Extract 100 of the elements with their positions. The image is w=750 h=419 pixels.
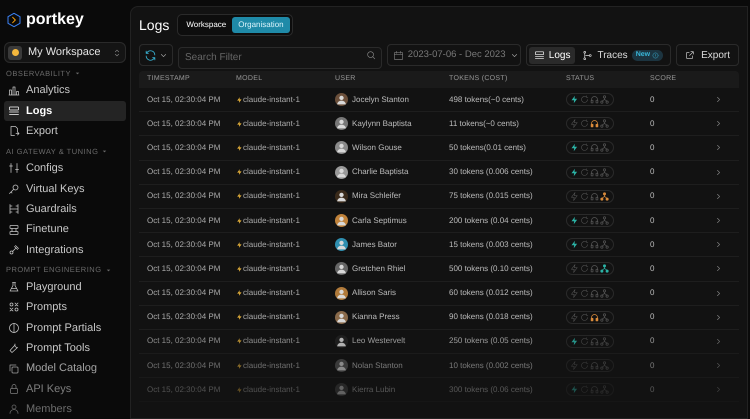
score-cell-text: 0 [650,262,656,275]
model-name: claude-instant-1 [243,262,300,275]
avatar-icon [335,190,348,203]
sidebar-item[interactable]: Virtual Keys [4,179,126,199]
avatar-icon [335,117,348,130]
chevron-right-icon [714,336,723,346]
bolt-icon [236,192,243,200]
scope-tab[interactable]: Organisation [232,17,290,33]
workspace-selector[interactable]: My Workspace [4,42,126,64]
tokens-cell-text: 15 tokens (0.003 cents) [449,238,534,251]
sliders-icon [8,162,20,174]
sidebar-item[interactable]: Integrations [4,240,126,260]
sidebar-item[interactable]: Prompt Tools [4,338,126,358]
user-name: Kaylynn Baptista [352,118,412,130]
bolt-icon [236,362,243,370]
sidebar-item[interactable]: Model Catalog [4,358,126,378]
chevron-right-icon [714,288,723,298]
model-name: claude-instant-1 [243,94,300,106]
circle-icon [8,322,20,334]
chevron-right-icon [714,240,723,250]
avatar-icon [335,166,348,179]
sidebar-item[interactable]: Export [4,122,126,142]
retry-icon [580,336,589,346]
traces-icon [582,50,594,60]
timestamp-cell-text: Oct 15, 02:30:04 PM [147,262,222,275]
bolt-icon [236,264,243,273]
chart-icon [8,84,20,97]
timestamp-cell-text: Oct 15, 02:30:04 PM [147,311,222,324]
search-icon [366,50,376,60]
view-tab[interactable]: Logs [528,46,576,64]
score-cell-text: 0 [650,190,656,202]
score-cell-text: 0 [650,166,656,178]
model-name: claude-instant-1 [243,190,300,202]
user-name: Wilson Gouse [352,142,402,154]
avatar-icon [335,238,348,252]
sidebar-item[interactable]: Finetune [4,220,126,240]
logs-icon [8,105,20,118]
sidebar-item[interactable]: Members [4,400,126,419]
sidebar-item[interactable]: Prompts [4,298,126,318]
caret-icon[interactable] [104,266,112,274]
timestamp-cell-text: Oct 15, 02:30:04 PM [147,360,222,372]
chevron-right-icon [714,95,723,104]
model-name: claude-instant-1 [243,360,300,372]
avatar-icon [335,383,348,396]
sidebar-item[interactable]: API Keys [4,379,126,399]
sidebar-item[interactable]: Prompt Partials [4,318,126,338]
search-field[interactable]: Search Filter [178,46,382,68]
tokens-cell-text: 498 tokens(~0 cents) [449,94,525,106]
bolt-icon [236,240,243,249]
avatar-icon [335,334,348,348]
timestamp-cell-text: Oct 15, 02:30:04 PM [147,190,222,202]
caret-icon[interactable] [101,148,108,155]
model-name: claude-instant-1 [243,335,300,348]
score-cell-text: 0 [650,384,656,396]
chevron-right-icon [714,119,723,128]
sidebar-item[interactable]: Analytics [4,81,126,100]
chevron-right-icon [714,168,723,177]
user-name: Jocelyn Stanton [352,94,409,106]
tokens-cell-text: 50 tokens(0.01 cents) [449,142,527,154]
score-cell-text: 0 [650,311,656,324]
scope-tab[interactable]: Workspace [180,17,232,33]
calendar-icon [392,50,404,60]
tokens-cell-text: 90 tokens (0.018 cents) [449,311,534,324]
sidebar-item[interactable]: Guardrails [4,200,126,219]
score-cell-text: 0 [650,142,656,154]
sidebar-item[interactable]: Playground [4,277,126,297]
export-button[interactable]: Export [676,44,739,66]
score-cell-text: 0 [650,360,656,372]
score-cell-text: 0 [650,94,656,106]
bolt-icon [236,144,243,152]
user-name: Mira Schleifer [352,190,401,202]
user-name: Carla Septimus [352,214,407,227]
lock-icon [8,382,20,395]
bolt-icon [236,168,243,176]
model-name: claude-instant-1 [243,142,300,154]
bolt-icon [236,120,243,128]
retry-icon [580,240,589,250]
user-name: Leo Westervelt [352,335,406,348]
stack-icon [8,224,20,236]
page-title: Logs [139,16,170,35]
score-cell-text: 0 [650,287,656,300]
sidebar-item[interactable]: Logs [4,101,126,121]
score-cell-text: 0 [650,335,656,348]
avatar-icon [335,262,348,276]
retry-icon [580,95,589,104]
model-name: claude-instant-1 [243,166,300,178]
tokens-cell-text: 200 tokens (0.04 cents) [449,214,534,227]
date-range-picker[interactable]: 2023-07-06 - Dec 2023 [386,44,521,66]
workspace-avatar-icon [8,46,22,60]
user-name: Kierra Lubin [352,384,396,396]
avatar-icon [335,310,348,324]
avatar-icon [335,141,348,154]
external-link-icon [685,50,696,60]
user-name: Allison Saris [352,287,396,300]
refresh-button[interactable] [139,44,173,66]
model-name: claude-instant-1 [243,118,300,130]
sidebar-item[interactable]: Configs [4,158,126,178]
score-cell-text: 0 [650,118,656,130]
tokens-cell-text: 300 tokens (0.06 cents) [449,384,534,396]
avatar-icon [335,359,348,372]
